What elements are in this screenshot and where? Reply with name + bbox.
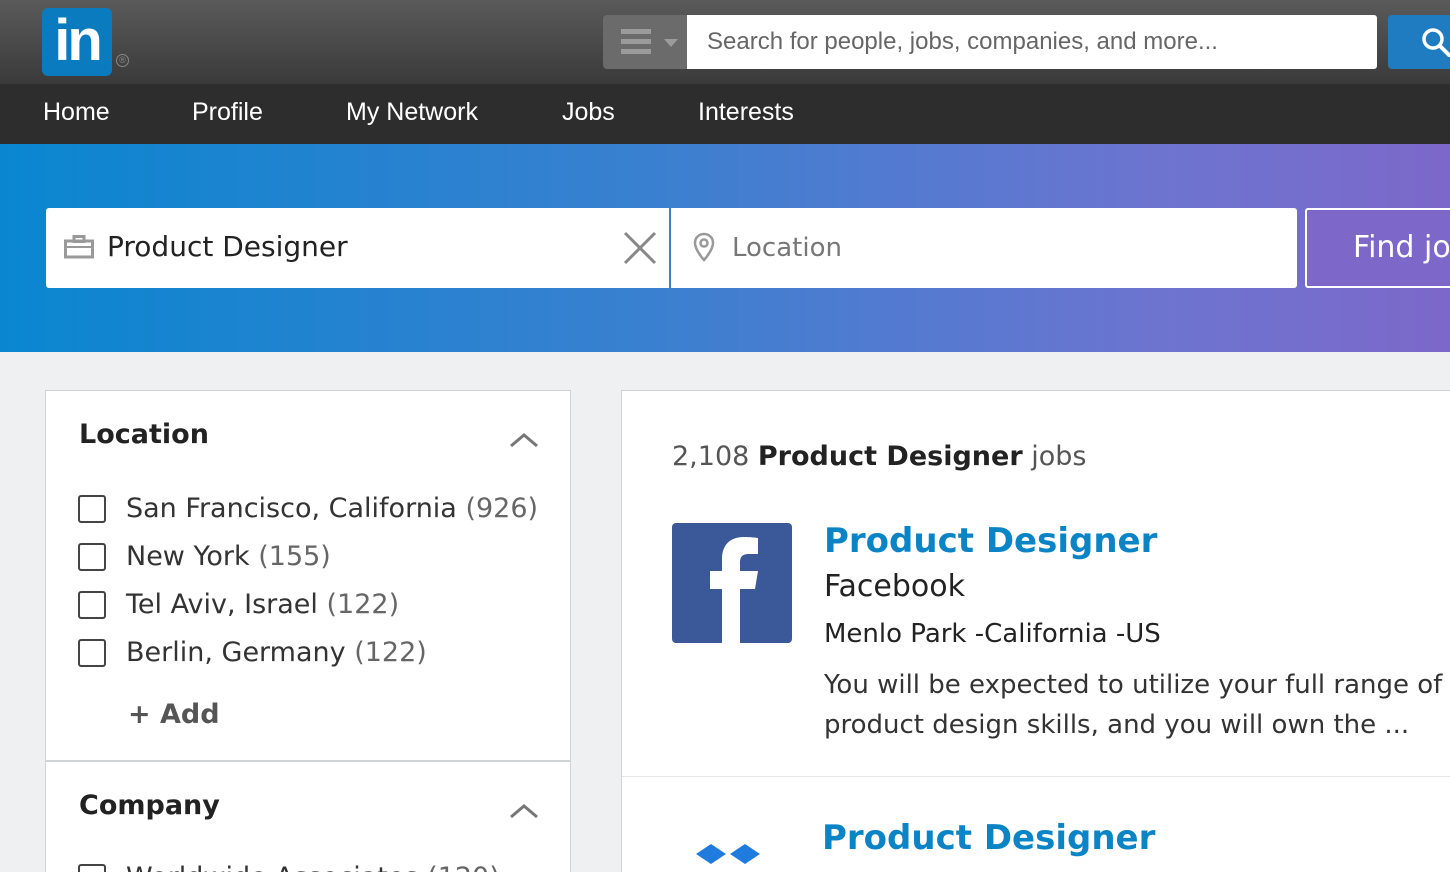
- global-search-input[interactable]: [687, 15, 1377, 69]
- keyword-value[interactable]: Product Designer: [107, 230, 348, 263]
- search-icon: [1422, 28, 1450, 57]
- hamburger-icon: [621, 29, 651, 55]
- checkbox[interactable]: [78, 639, 106, 667]
- close-icon[interactable]: [622, 230, 658, 266]
- find-jobs-button[interactable]: Find jobs: [1305, 208, 1450, 288]
- checkbox[interactable]: [78, 591, 106, 619]
- linkedin-logo[interactable]: in: [42, 8, 112, 76]
- location-option-count: (122): [354, 637, 427, 668]
- job-location: Menlo Park -California -US: [824, 619, 1161, 649]
- registered-mark: ®: [116, 54, 129, 67]
- location-input[interactable]: [732, 208, 1272, 288]
- checkbox[interactable]: [78, 543, 106, 571]
- results-count-number: 2,108: [672, 441, 750, 472]
- company-option-count: (120): [427, 862, 500, 872]
- job-description: You will be expected to utilize your ful…: [824, 670, 1443, 740]
- checkbox[interactable]: [78, 864, 106, 872]
- location-field[interactable]: [671, 208, 1297, 288]
- dropbox-logo[interactable]: [694, 838, 764, 872]
- nav-profile[interactable]: Profile: [192, 98, 263, 127]
- facebook-f-icon: [710, 537, 758, 643]
- location-option-label: San Francisco, California: [126, 493, 457, 524]
- location-option-count: (926): [465, 493, 539, 524]
- location-option-label: Berlin, Germany: [126, 637, 346, 668]
- top-bar: in ®: [0, 0, 1450, 84]
- nav-home[interactable]: Home: [43, 98, 110, 127]
- add-location-link[interactable]: + Add: [128, 699, 220, 730]
- nav-interests[interactable]: Interests: [698, 98, 794, 127]
- results-suffix: jobs: [1031, 441, 1087, 472]
- nav-my-network[interactable]: My Network: [346, 98, 478, 127]
- location-option-count: (122): [326, 589, 400, 620]
- search-button[interactable]: [1388, 15, 1450, 69]
- chevron-up-icon[interactable]: [509, 431, 539, 449]
- location-option-count: (155): [258, 541, 331, 572]
- nav-jobs[interactable]: Jobs: [562, 98, 615, 127]
- location-filter-panel: Location San Francisco, California (926)…: [45, 390, 571, 761]
- company-option-label: Worldwide Associates: [126, 862, 419, 872]
- main-nav: Home Profile My Network Jobs Interests: [0, 84, 1450, 144]
- checkbox[interactable]: [78, 495, 106, 523]
- menu-dropdown-button[interactable]: [603, 15, 687, 69]
- map-pin-icon: [693, 232, 715, 262]
- job-results-panel: 2,108 Product Designer jobs Product Desi…: [621, 390, 1450, 872]
- location-filter-title: Location: [79, 419, 209, 450]
- caret-down-icon: [664, 39, 678, 47]
- job-title-link[interactable]: Product Designer: [824, 521, 1157, 561]
- company-name[interactable]: Facebook: [824, 569, 965, 604]
- company-option[interactable]: Worldwide Associates (120): [78, 860, 548, 872]
- job-title-link[interactable]: Product Designer: [822, 818, 1155, 858]
- job-search-hero: Product Designer Find jobs: [0, 144, 1450, 352]
- facebook-logo[interactable]: [672, 523, 792, 643]
- chevron-up-icon[interactable]: [509, 802, 539, 820]
- job-card[interactable]: Product Designer: [622, 778, 1450, 872]
- company-filter-title: Company: [79, 790, 220, 821]
- results-query: Product Designer: [757, 441, 1023, 472]
- location-option-label: New York: [126, 541, 250, 572]
- briefcase-icon: [64, 235, 94, 259]
- results-count: 2,108 Product Designer jobs: [672, 441, 1086, 472]
- location-option-label: Tel Aviv, Israel: [126, 589, 318, 620]
- job-card[interactable]: Product Designer Facebook Menlo Park -Ca…: [622, 521, 1450, 777]
- company-filter-panel: Company Worldwide Associates (120): [45, 761, 571, 872]
- keyword-field[interactable]: Product Designer: [46, 208, 669, 288]
